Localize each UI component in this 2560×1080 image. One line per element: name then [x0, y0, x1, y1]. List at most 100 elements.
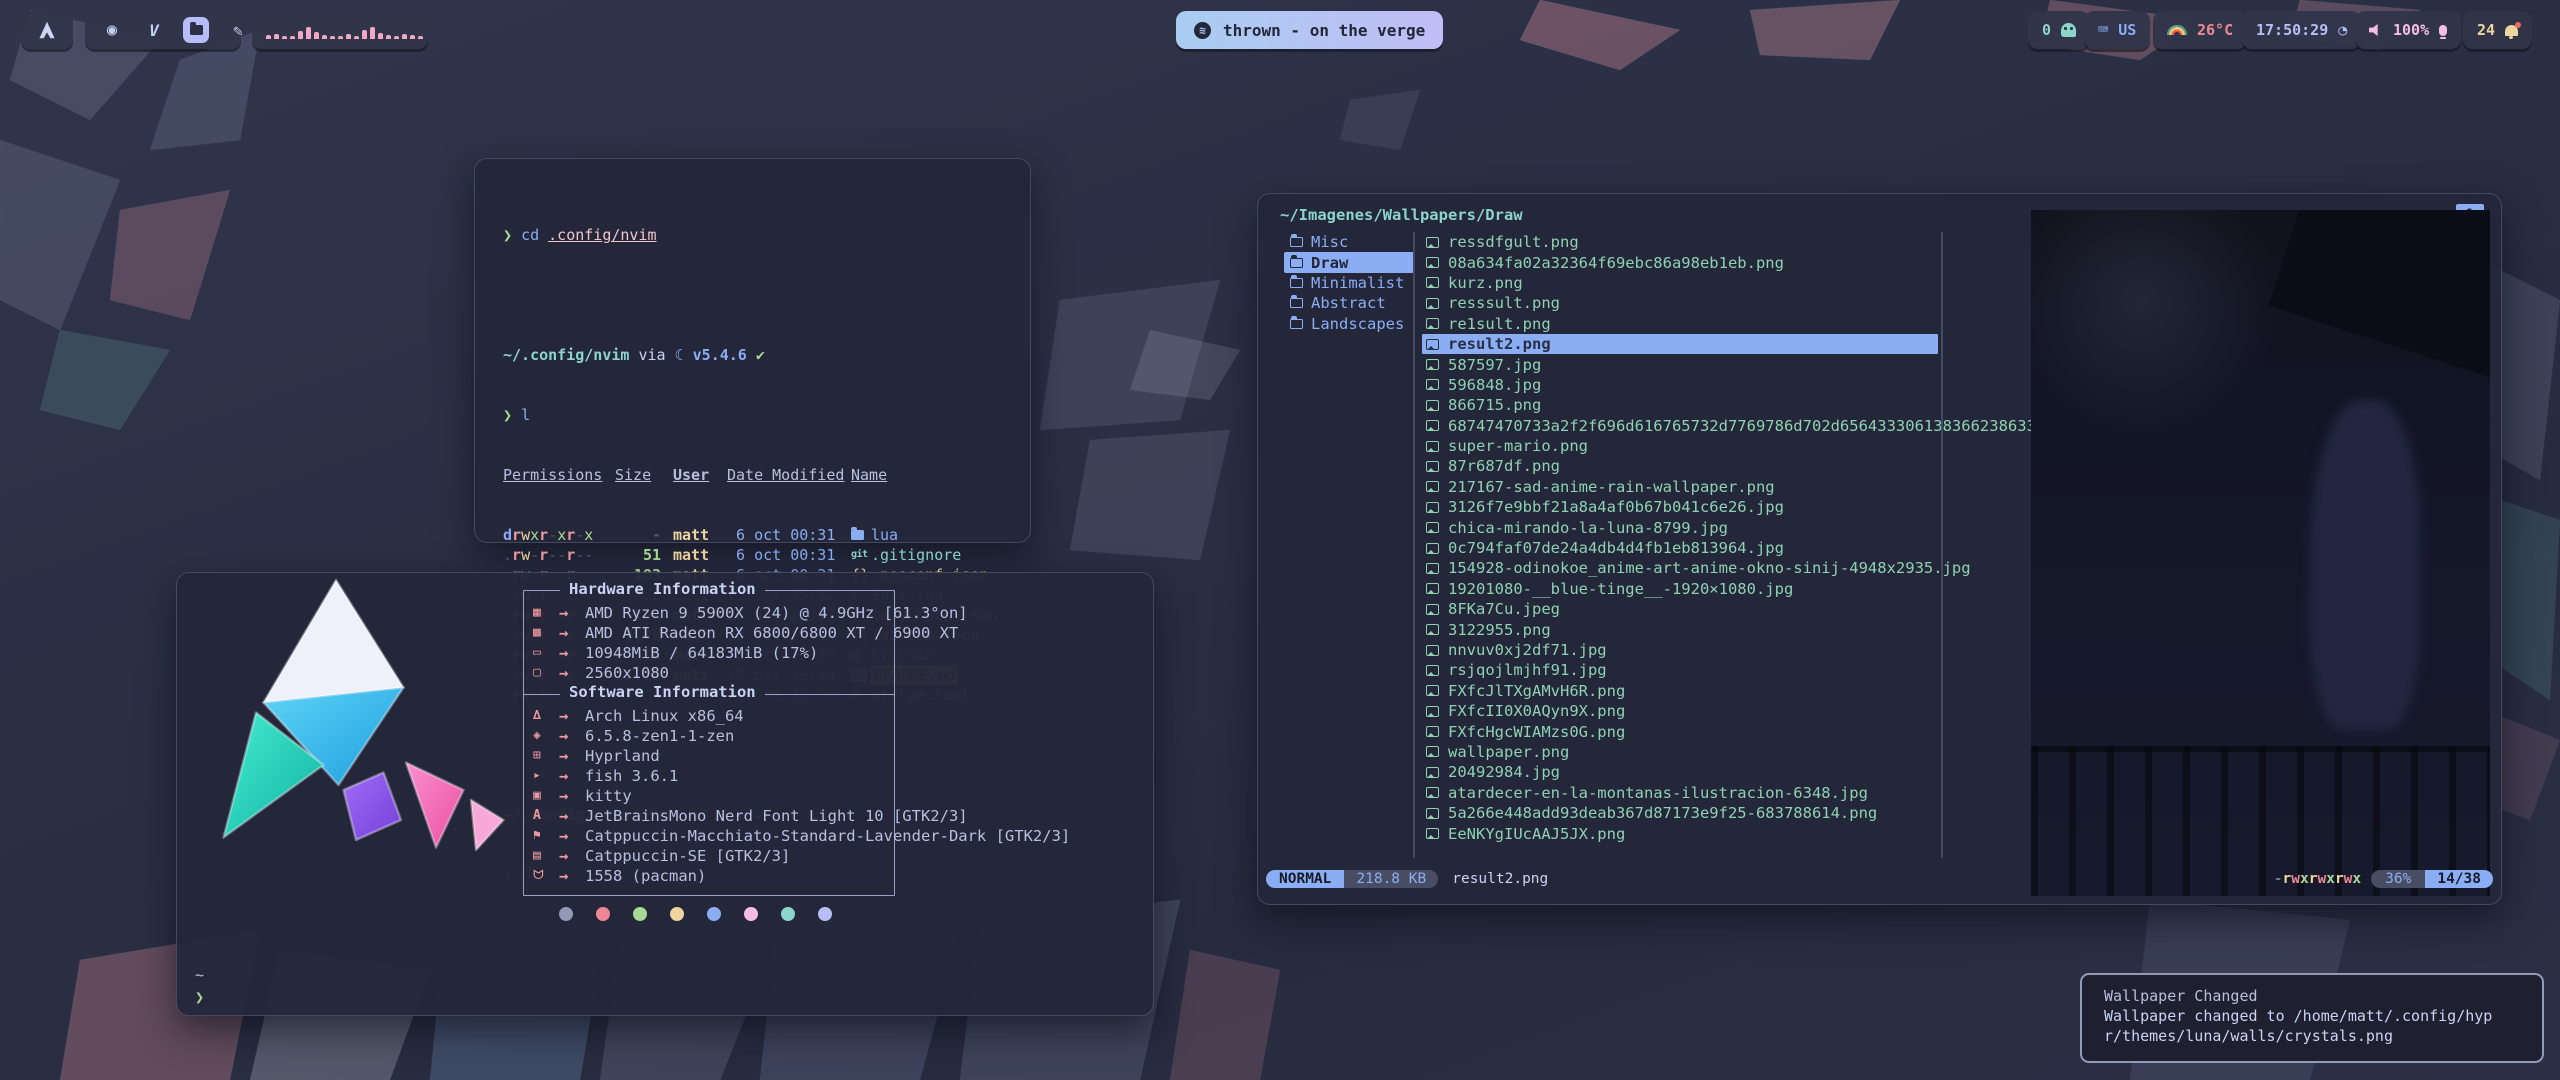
sidebar-folder-minimalist[interactable]: Minimalist: [1284, 273, 1414, 293]
visualizer-bar: [370, 27, 375, 39]
file-list-item[interactable]: 596848.jpg: [1422, 375, 1942, 395]
file-list-item[interactable]: re1sult.png: [1422, 314, 1942, 334]
date-module[interactable]: 24: [2463, 11, 2532, 49]
file-list-item[interactable]: 587597.jpg: [1422, 354, 1942, 374]
palette-dot: [707, 907, 721, 921]
clock-icon: ◔: [2338, 21, 2347, 39]
visualizer-bar: [330, 36, 335, 39]
keyboard-layout-module[interactable]: ⌨ US: [2084, 11, 2150, 49]
status-bar: NORMAL 218.8 KB result2.png -rwxrwxrwx 3…: [1266, 868, 2493, 890]
ls-header-row: PermissionsSizeUserDate ModifiedName: [503, 465, 1014, 485]
file-list-item[interactable]: 3126f7e9bbf21a8a4af0b67b041c6e26.jpg: [1422, 497, 1942, 517]
software-section-title: Software Information: [560, 683, 765, 701]
file-name: chica-mirando-la-luna-8799.jpg: [1448, 519, 1728, 537]
file-name: 68747470733a2f2f696d616765732d7769786d70…: [1448, 417, 2055, 435]
fetch-window: Hardware Information Software Informatio…: [176, 572, 1154, 1016]
file-list-item[interactable]: rsjqojlmjhf91.jpg: [1422, 660, 1942, 680]
file-list-item[interactable]: kurz.png: [1422, 273, 1942, 293]
notification-popup[interactable]: Wallpaper Changed Wallpaper changed to /…: [2080, 973, 2544, 1063]
terminal-window: ❯ cd .config/nvim ~/.config/nvim via ☾ v…: [474, 158, 1031, 543]
file-name: rsjqojlmjhf91.jpg: [1448, 661, 1607, 679]
file-list-item[interactable]: 866715.png: [1422, 395, 1942, 415]
shell-prompt[interactable]: ❯: [195, 987, 204, 1007]
file-list-item[interactable]: FXfcHgcWIAMzs0G.png: [1422, 721, 1942, 741]
file-list-item[interactable]: 20492984.jpg: [1422, 762, 1942, 782]
fetch-info-line: ▤→Catppuccin-SE [GTK2/3]: [533, 846, 1070, 866]
updates-module[interactable]: 0: [2028, 11, 2090, 49]
workspace-browser[interactable]: ◉: [99, 17, 125, 43]
file-name: FXfcII0X0AQyn9X.png: [1448, 702, 1625, 720]
pacman-ghost-icon: [2061, 23, 2076, 37]
file-list-item[interactable]: 5a266e448add93deab367d87173e9f25-6837886…: [1422, 803, 1942, 823]
icons-icon: ▤: [533, 846, 559, 866]
visualizer-bar: [266, 35, 271, 39]
file-list-item[interactable]: chica-mirando-la-luna-8799.jpg: [1422, 517, 1942, 537]
status-filename: result2.png: [1452, 871, 1548, 887]
fetch-info-text: fish 3.6.1: [585, 766, 678, 786]
bell-icon: [2505, 25, 2518, 36]
speaker-icon: [2369, 24, 2383, 37]
image-file-icon: [1426, 787, 1439, 798]
image-file-icon: [1426, 237, 1439, 248]
file-list-item[interactable]: FXfcII0X0AQyn9X.png: [1422, 701, 1942, 721]
image-file-icon: [1426, 665, 1439, 676]
visualizer-bar: [354, 36, 359, 39]
weather-module[interactable]: 26°C: [2153, 11, 2247, 49]
audio-module[interactable]: 100%: [2355, 11, 2461, 49]
image-file-icon: [1426, 583, 1439, 594]
file-list-item[interactable]: EeNKYgIUcAAJ5JX.png: [1422, 823, 1942, 843]
arrow-right-icon: →: [559, 746, 585, 766]
file-list-item[interactable]: 0c794faf07de24a4db4d4fb1eb813964.jpg: [1422, 538, 1942, 558]
media-player-pill[interactable]: ≋ thrown - on the verge: [1176, 11, 1443, 49]
image-file-icon: [1426, 441, 1439, 452]
file-list-item[interactable]: 154928-odinokoe_anime-art-anime-okno-sin…: [1422, 558, 1942, 578]
visualizer-bar: [298, 31, 303, 39]
sidebar-folder-draw[interactable]: Draw: [1284, 252, 1414, 272]
sidebar-folder-abstract[interactable]: Abstract: [1284, 293, 1414, 313]
file-name: 08a634fa02a32364f69ebc86a98eb1eb.png: [1448, 254, 1784, 272]
file-name: 217167-sad-anime-rain-wallpaper.png: [1448, 478, 1775, 496]
file-list-item[interactable]: 3122955.png: [1422, 619, 1942, 639]
file-name: .gitignore: [871, 545, 961, 565]
display-icon: ▢: [533, 663, 559, 683]
file-list-item[interactable]: 68747470733a2f2f696d616765732d7769786d70…: [1422, 416, 1942, 436]
visualizer-bar: [386, 35, 391, 39]
file-list-item[interactable]: FXfcJlTXgAMvH6R.png: [1422, 681, 1942, 701]
file-list-item[interactable]: 08a634fa02a32364f69ebc86a98eb1eb.png: [1422, 252, 1942, 272]
ls-header: Date Modified: [727, 466, 844, 484]
fetch-info-line: ▸→fish 3.6.1: [533, 766, 1070, 786]
image-file-icon: [1426, 339, 1439, 350]
file-list-item[interactable]: resssult.png: [1422, 293, 1942, 313]
clock-module[interactable]: 17:50:29 ◔: [2242, 11, 2361, 49]
file-list-item[interactable]: 87r687df.png: [1422, 456, 1942, 476]
image-file-icon: [1426, 257, 1439, 268]
file-list-item[interactable]: nnvuv0xj2df71.jpg: [1422, 640, 1942, 660]
workspace-editor[interactable]: V: [141, 17, 167, 43]
workspace-files[interactable]: [183, 17, 209, 43]
pane-separator: [1941, 232, 1943, 858]
file-list-item[interactable]: ressdfgult.png: [1422, 232, 1942, 252]
palette-dot: [596, 907, 610, 921]
visualizer-bar: [418, 36, 423, 39]
file-list-item[interactable]: 8FKa7Cu.jpeg: [1422, 599, 1942, 619]
pane-separator: [1413, 232, 1415, 858]
file-manager-window: ~/Imagenes/Wallpapers/Draw 1 MiscDrawMin…: [1257, 193, 2502, 905]
launcher-button[interactable]: [21, 11, 73, 49]
wm-icon: ⊞: [533, 746, 559, 766]
terminal-command-line: ❯ l: [503, 405, 1014, 425]
arch-logo-icon: [36, 20, 58, 40]
file-list-item[interactable]: result2.png: [1422, 334, 1938, 354]
music-visualizer[interactable]: [252, 11, 428, 49]
kernel-icon: ◈: [533, 726, 559, 746]
sidebar-folder-landscapes[interactable]: Landscapes: [1284, 314, 1414, 334]
workspace-design[interactable]: ✎: [225, 17, 251, 43]
sidebar-folder-misc[interactable]: Misc: [1284, 232, 1414, 252]
file-list-item[interactable]: super-mario.png: [1422, 436, 1942, 456]
image-file-icon: [1426, 767, 1439, 778]
file-list-item[interactable]: wallpaper.png: [1422, 742, 1942, 762]
arrow-right-icon: →: [559, 846, 585, 866]
cpu-icon: ▦: [533, 603, 559, 623]
file-list-item[interactable]: atardecer-en-la-montanas-ilustracion-634…: [1422, 783, 1942, 803]
file-list-item[interactable]: 217167-sad-anime-rain-wallpaper.png: [1422, 477, 1942, 497]
file-list-item[interactable]: 19201080-__blue-tinge__-1920×1080.jpg: [1422, 579, 1942, 599]
